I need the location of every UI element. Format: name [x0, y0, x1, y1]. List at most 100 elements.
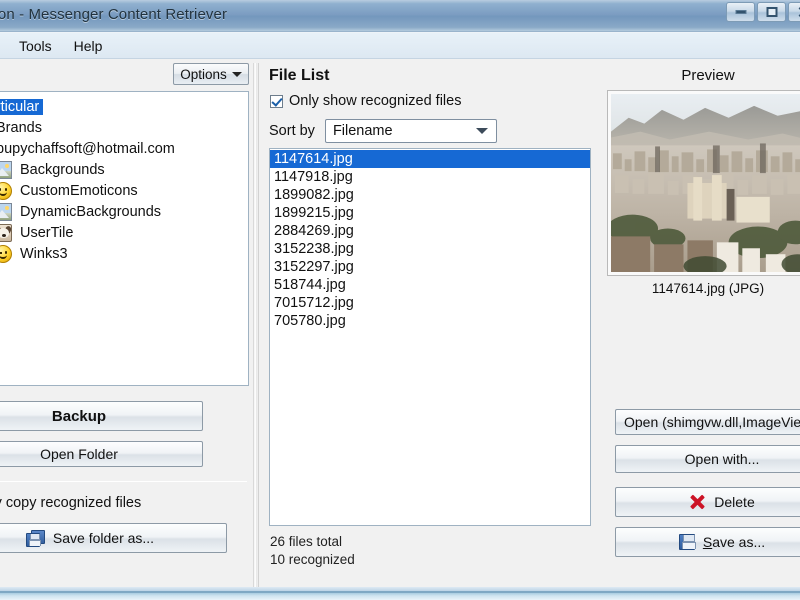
- file-list-item[interactable]: 705780.jpg: [270, 312, 590, 330]
- preview-caption: 1147614.jpg (JPG): [651, 281, 765, 296]
- delete-button-label: Delete: [714, 494, 755, 510]
- save-as-button-label: Save as...: [703, 534, 765, 550]
- window-controls: [726, 2, 800, 22]
- preview-pane: Preview 1147614.jpg (JPG) Open (shimgvw.…: [601, 63, 800, 587]
- file-list-item[interactable]: 7015712.jpg: [270, 294, 590, 312]
- title-bar[interactable]: Con - Messenger Content Retriever: [0, 0, 800, 32]
- delete-button[interactable]: Delete: [615, 487, 800, 517]
- desktop-bottom-edge: [0, 592, 800, 600]
- backup-button[interactable]: Backup: [0, 401, 203, 431]
- window-bottom-strip: [0, 587, 800, 591]
- app-root: Con - Messenger Content Retriever guage …: [0, 0, 800, 600]
- status-total: 26 files total: [270, 534, 343, 549]
- options-button[interactable]: Options: [173, 63, 249, 85]
- file-list-item[interactable]: 1147614.jpg: [270, 150, 590, 168]
- smiley-icon: [0, 181, 12, 200]
- file-list-item[interactable]: 1899082.jpg: [270, 186, 590, 204]
- only-show-recognized-checkbox[interactable]: Only show recognized files: [270, 93, 461, 109]
- red-x-icon: [689, 494, 706, 511]
- sort-by-select[interactable]: Filename: [324, 119, 497, 143]
- wink-smiley-icon: [0, 244, 12, 263]
- tree-item-dynamicbackgrounds[interactable]: DynamicBackgrounds: [0, 201, 248, 222]
- tree-item-winks3[interactable]: Winks3: [0, 243, 248, 264]
- file-list-item[interactable]: 3152297.jpg: [270, 258, 590, 276]
- minimize-button[interactable]: [726, 2, 755, 22]
- save-as-rest: ave as...: [712, 534, 766, 550]
- save-as-button[interactable]: Save as...: [615, 527, 800, 557]
- menu-item-help[interactable]: Help: [63, 35, 114, 57]
- only-copy-recognized-label: Only copy recognized files: [0, 495, 142, 511]
- checkbox-icon: [270, 94, 283, 108]
- only-copy-recognized-checkbox[interactable]: Only copy recognized files: [0, 495, 141, 511]
- file-name: 1147918.jpg: [274, 169, 353, 185]
- dog-photo-icon: [0, 223, 12, 242]
- file-list-item[interactable]: 518744.jpg: [270, 276, 590, 294]
- image-icon: [0, 160, 12, 179]
- tree-item-particular[interactable]: Particular: [0, 96, 248, 117]
- tree-item-brands[interactable]: Brands: [0, 117, 248, 138]
- file-list-item[interactable]: 3152238.jpg: [270, 240, 590, 258]
- preview-image: [611, 94, 800, 272]
- file-name: 3152297.jpg: [274, 259, 354, 275]
- floppy-stack-icon: [25, 529, 45, 547]
- file-list-item[interactable]: 2884269.jpg: [270, 222, 590, 240]
- open-default-button[interactable]: Open (shimgvw.dll,ImageView_Full: [615, 409, 800, 435]
- minimize-icon: [735, 10, 746, 14]
- file-name: 518744.jpg: [274, 277, 346, 293]
- close-button[interactable]: [788, 2, 800, 22]
- tree-item-label: Brands: [0, 119, 42, 136]
- list-pane-header: List Options: [0, 63, 251, 91]
- chevron-down-icon: [475, 128, 488, 134]
- tree-item-label: DynamicBackgrounds: [20, 203, 162, 220]
- tree-item-label: CustomEmoticons: [20, 182, 138, 199]
- status-recognized: 10 recognized: [270, 552, 355, 567]
- file-list-pane: File List Only show recognized files Sor…: [267, 63, 593, 587]
- open-with-button-label: Open with...: [684, 451, 760, 467]
- menu-item-language[interactable]: guage: [0, 35, 8, 57]
- open-default-button-label: Open (shimgvw.dll,ImageView_Full: [624, 414, 800, 430]
- file-list-title: File List: [269, 67, 330, 84]
- maximize-button[interactable]: [757, 2, 786, 22]
- tree-item-backgrounds[interactable]: Backgrounds: [0, 159, 248, 180]
- tree-item-account[interactable]: pupychaffsoft@hotmail.com: [0, 138, 248, 159]
- sort-by-label: Sort by: [269, 123, 315, 139]
- file-name: 7015712.jpg: [274, 295, 354, 311]
- save-as-accelerator: S: [702, 534, 713, 550]
- menu-bar: guage Tools Help: [0, 33, 800, 59]
- open-with-button[interactable]: Open with...: [615, 445, 800, 473]
- floppy-icon: [678, 534, 696, 550]
- preview-title: Preview: [681, 67, 735, 84]
- only-show-recognized-label: Only show recognized files: [289, 93, 462, 109]
- file-list-item[interactable]: 1147918.jpg: [270, 168, 590, 186]
- tree-item-label: Particular: [0, 98, 44, 115]
- sort-by-row: Sort by Filename: [269, 118, 591, 144]
- maximize-icon: [766, 7, 777, 17]
- file-list-box[interactable]: 1147614.jpg 1147918.jpg 1899082.jpg 1899…: [269, 148, 591, 526]
- image-icon: [0, 202, 12, 221]
- menu-item-tools[interactable]: Tools: [8, 35, 63, 57]
- save-folder-as-label: Save folder as...: [52, 530, 155, 546]
- file-name: 1147614.jpg: [274, 151, 353, 167]
- tree-item-label: pupychaffsoft@hotmail.com: [0, 140, 175, 157]
- file-name: 1899215.jpg: [274, 205, 354, 221]
- content-tree[interactable]: Particular Brands pupychaffs: [0, 91, 249, 386]
- pane-splitter[interactable]: [253, 63, 259, 587]
- preview-image-box[interactable]: [607, 90, 800, 276]
- file-name: 3152238.jpg: [274, 241, 354, 257]
- file-name: 2884269.jpg: [274, 223, 354, 239]
- open-folder-button[interactable]: Open Folder: [0, 441, 203, 467]
- client-area: List Options Particular: [0, 59, 800, 590]
- tree-item-label: UserTile: [20, 224, 74, 241]
- sort-by-value: Filename: [332, 123, 393, 139]
- tree-item-usertile[interactable]: UserTile: [0, 222, 248, 243]
- save-folder-as-button[interactable]: Save folder as...: [0, 523, 227, 553]
- list-pane: List Options Particular: [0, 63, 251, 587]
- divider: [0, 481, 247, 482]
- window-title: Con - Messenger Content Retriever: [0, 6, 228, 23]
- tree-item-customemoticons[interactable]: CustomEmoticons: [0, 180, 248, 201]
- file-name: 1899082.jpg: [274, 187, 354, 203]
- options-button-label: Options: [180, 66, 227, 82]
- open-folder-button-label: Open Folder: [40, 446, 118, 462]
- file-list-item[interactable]: 1899215.jpg: [270, 204, 590, 222]
- tree-item-label: Backgrounds: [20, 161, 105, 178]
